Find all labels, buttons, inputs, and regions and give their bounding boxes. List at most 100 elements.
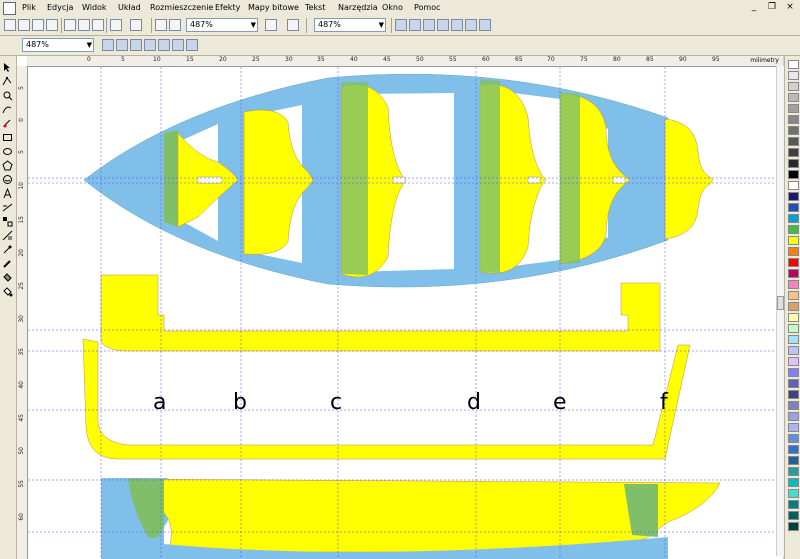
minimize-icon[interactable]: _	[748, 2, 760, 13]
palette-swatch[interactable]	[788, 445, 799, 454]
palette-swatch[interactable]	[788, 390, 799, 399]
export-icon[interactable]	[169, 19, 181, 31]
palette-swatch[interactable]	[788, 247, 799, 256]
connector-tool-icon[interactable]	[2, 202, 13, 213]
zoom-page-height-icon[interactable]	[186, 39, 198, 51]
menu-tekst[interactable]: Tekst	[305, 3, 325, 12]
vertical-scrollbar[interactable]	[776, 66, 784, 556]
eyedropper-tool-icon[interactable]	[2, 244, 13, 255]
copy-icon[interactable]	[78, 19, 90, 31]
palette-swatch[interactable]	[788, 203, 799, 212]
palette-swatch[interactable]	[788, 379, 799, 388]
palette-swatch[interactable]	[788, 236, 799, 245]
palette-swatch[interactable]	[788, 71, 799, 80]
palette-swatch[interactable]	[788, 346, 799, 355]
palette-swatch[interactable]	[788, 269, 799, 278]
app-icon[interactable]	[3, 2, 16, 15]
palette-swatch[interactable]	[788, 126, 799, 135]
blend-tool-icon[interactable]	[2, 216, 13, 227]
menu-narzedzia[interactable]: Narzędzia	[338, 3, 378, 12]
palette-swatch[interactable]	[788, 302, 799, 311]
cut-icon[interactable]	[64, 19, 76, 31]
palette-swatch[interactable]	[788, 115, 799, 124]
menu-widok[interactable]: Widok	[82, 3, 107, 12]
smart-fill-icon[interactable]	[2, 118, 13, 129]
restore-icon[interactable]: ❐	[766, 2, 778, 13]
palette-swatch[interactable]	[788, 258, 799, 267]
palette-swatch[interactable]	[788, 357, 799, 366]
palette-swatch[interactable]	[788, 291, 799, 300]
zoom-page-icon[interactable]	[158, 39, 170, 51]
zoom-out-icon[interactable]	[116, 39, 128, 51]
palette-swatch[interactable]	[788, 489, 799, 498]
zoom-all-objects-icon[interactable]	[144, 39, 156, 51]
palette-swatch[interactable]	[788, 500, 799, 509]
menu-okno[interactable]: Okno	[382, 3, 403, 12]
palette-swatch[interactable]	[788, 181, 799, 190]
palette-swatch[interactable]	[788, 412, 799, 421]
zoom-selection-icon[interactable]	[130, 39, 142, 51]
palette-swatch[interactable]	[788, 456, 799, 465]
zoom-width-icon[interactable]	[451, 19, 463, 31]
chevron-down-icon[interactable]: ▼	[379, 20, 384, 30]
scroll-thumb[interactable]	[777, 296, 784, 310]
zoom-in-icon[interactable]	[465, 19, 477, 31]
zoom-tool-icon[interactable]	[2, 90, 13, 101]
chevron-down-icon[interactable]: ▼	[251, 20, 256, 30]
outline-tool-icon[interactable]	[2, 258, 13, 269]
palette-swatch[interactable]	[788, 368, 799, 377]
palette-swatch[interactable]	[788, 104, 799, 113]
palette-swatch[interactable]	[788, 522, 799, 531]
palette-swatch[interactable]	[788, 434, 799, 443]
menu-mapy-bitowe[interactable]: Mapy bitowe	[248, 3, 299, 12]
text-options-icon[interactable]	[265, 19, 277, 31]
zoom-in-icon[interactable]	[102, 39, 114, 51]
freehand-tool-icon[interactable]	[2, 104, 13, 115]
zoom-all-icon[interactable]	[423, 19, 435, 31]
zoom-page-icon[interactable]	[437, 19, 449, 31]
redo-icon[interactable]	[130, 19, 142, 31]
transparency-tool-icon[interactable]	[2, 230, 13, 241]
zoom-page-width-icon[interactable]	[172, 39, 184, 51]
paste-icon[interactable]	[92, 19, 104, 31]
menu-efekty[interactable]: Efekty	[215, 3, 240, 12]
palette-swatch[interactable]	[788, 214, 799, 223]
interactive-fill-icon[interactable]	[2, 286, 13, 297]
palette-swatch[interactable]	[788, 159, 799, 168]
palette-swatch[interactable]	[788, 192, 799, 201]
new-from-template-icon[interactable]	[18, 19, 30, 31]
palette-swatch[interactable]	[788, 225, 799, 234]
palette-swatch[interactable]	[788, 93, 799, 102]
rectangle-tool-icon[interactable]	[2, 132, 13, 143]
palette-swatch[interactable]	[788, 478, 799, 487]
palette-swatch[interactable]	[788, 423, 799, 432]
palette-swatch[interactable]	[788, 170, 799, 179]
palette-swatch[interactable]	[788, 280, 799, 289]
snap-icon[interactable]	[287, 19, 299, 31]
new-icon[interactable]	[4, 19, 16, 31]
menu-rozmieszczenie[interactable]: Rozmieszczenie	[150, 3, 213, 12]
menu-edycja[interactable]: Edycja	[47, 3, 73, 12]
zoom-out-icon[interactable]	[479, 19, 491, 31]
ellipse-tool-icon[interactable]	[2, 146, 13, 157]
close-icon[interactable]: ×	[784, 2, 796, 13]
palette-swatch[interactable]	[788, 82, 799, 91]
undo-icon[interactable]	[110, 19, 122, 31]
palette-swatch[interactable]	[788, 335, 799, 344]
palette-swatch[interactable]	[788, 60, 799, 69]
chevron-down-icon[interactable]: ▼	[87, 40, 92, 50]
palette-swatch[interactable]	[788, 467, 799, 476]
pick-tool-icon[interactable]	[2, 62, 13, 73]
zoom-combo-property[interactable]: 487% ▼	[22, 38, 94, 52]
palette-swatch[interactable]	[788, 511, 799, 520]
palette-swatch[interactable]	[788, 148, 799, 157]
zoom-icon[interactable]	[395, 19, 407, 31]
palette-swatch[interactable]	[788, 401, 799, 410]
zoom-selected-icon[interactable]	[409, 19, 421, 31]
polygon-tool-icon[interactable]	[2, 160, 13, 171]
menu-uklad[interactable]: Układ	[118, 3, 141, 12]
gunwale-strip[interactable]	[82, 338, 691, 460]
boat-drawing[interactable]: a b c d e f	[28, 67, 783, 559]
basic-shapes-icon[interactable]	[2, 174, 13, 185]
palette-swatch[interactable]	[788, 324, 799, 333]
